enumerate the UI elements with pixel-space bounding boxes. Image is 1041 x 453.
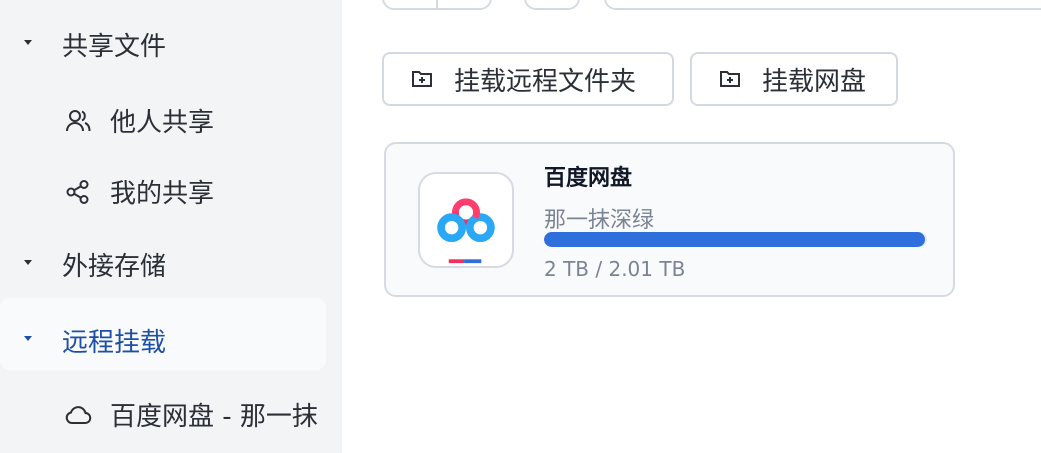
cloud-icon bbox=[64, 401, 92, 429]
sidebar-section-label: 共享文件 bbox=[62, 32, 167, 62]
mount-netdisk-button[interactable]: 挂载网盘 bbox=[690, 52, 898, 106]
sidebar-item-label: 我的共享 bbox=[110, 179, 215, 209]
sidebar-section-label: 远程挂载 bbox=[62, 328, 167, 358]
users-icon bbox=[64, 107, 92, 135]
view-toggle-group[interactable] bbox=[382, 0, 492, 10]
netdisk-title: 百度网盘 bbox=[544, 166, 633, 191]
caret-down-icon bbox=[24, 40, 32, 45]
netdisk-account: 那一抹深绿 bbox=[544, 208, 655, 233]
sidebar-item-baidu-netdisk[interactable]: 百度网盘 - 那一抹 bbox=[64, 396, 328, 433]
folder-plus-icon bbox=[410, 67, 434, 91]
divider bbox=[436, 0, 438, 8]
sidebar-section-remote-mount[interactable]: 远程挂载 bbox=[24, 322, 166, 359]
baidu-netdisk-icon bbox=[418, 172, 514, 268]
mount-netdisk-label: 挂载网盘 bbox=[762, 66, 867, 97]
sidebar-item-my-share[interactable]: 我的共享 bbox=[64, 173, 214, 210]
netdisk-card[interactable]: 百度网盘 那一抹深绿 2 TB / 2.01 TB bbox=[384, 142, 955, 297]
sidebar-section-shared-files[interactable]: 共享文件 bbox=[24, 26, 166, 63]
sidebar-item-others-share[interactable]: 他人共享 bbox=[64, 102, 214, 139]
caret-down-icon bbox=[24, 336, 32, 341]
search-input[interactable] bbox=[604, 0, 1041, 10]
storage-progress-bar bbox=[544, 232, 927, 247]
sidebar: 共享文件 他人共享 我的共享 外接存储 远程挂载 百度网盘 - 那一抹 bbox=[0, 0, 342, 453]
mount-remote-folder-label: 挂载远程文件夹 bbox=[454, 66, 637, 97]
caret-down-icon bbox=[24, 260, 32, 265]
share-icon bbox=[64, 178, 92, 206]
sidebar-section-external-storage[interactable]: 外接存储 bbox=[24, 246, 166, 283]
refresh-button[interactable] bbox=[524, 0, 580, 10]
sidebar-section-label: 外接存储 bbox=[62, 252, 167, 282]
sidebar-item-label: 百度网盘 - 那一抹 bbox=[110, 402, 318, 432]
mount-remote-folder-button[interactable]: 挂载远程文件夹 bbox=[382, 52, 674, 106]
sidebar-item-label: 他人共享 bbox=[110, 108, 215, 138]
storage-usage-text: 2 TB / 2.01 TB bbox=[544, 257, 686, 281]
storage-progress-fill bbox=[544, 232, 926, 247]
folder-plus-icon bbox=[718, 67, 742, 91]
